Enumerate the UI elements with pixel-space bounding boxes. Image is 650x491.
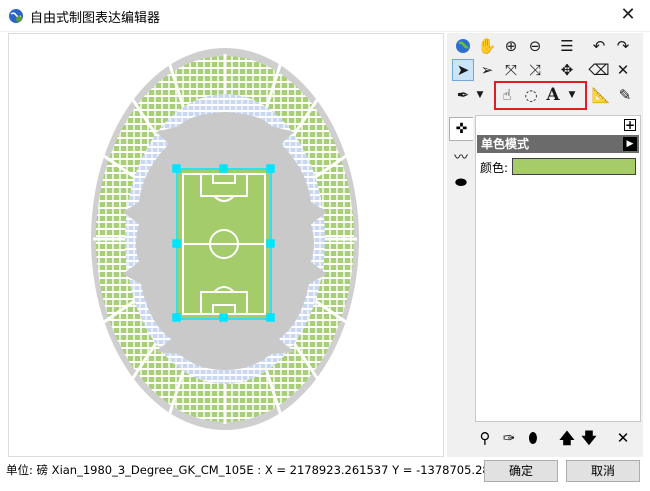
delete-x-icon[interactable]: ✕ [612, 59, 634, 81]
select-arrow-icon[interactable]: ➤ [452, 59, 474, 81]
pen-add-icon[interactable]: ✒ [452, 84, 474, 106]
tab-fill-icon[interactable]: ⬬ [449, 171, 473, 195]
color-swatch[interactable] [512, 158, 636, 175]
move-down-icon[interactable]: 🡇 [579, 428, 599, 448]
edit-vertex-icon[interactable]: ⤧ [500, 59, 522, 81]
app-globe-icon [9, 9, 23, 23]
measure-icon[interactable]: ✎ [614, 84, 636, 106]
highlight-box [494, 81, 587, 110]
stadium-drawing [91, 48, 359, 430]
zoom-out-icon[interactable]: ⊖ [524, 35, 546, 57]
map-canvas[interactable] [8, 33, 444, 457]
color-label: 颜色: [480, 161, 509, 175]
move-icon[interactable]: ✥ [556, 59, 578, 81]
reshape-icon[interactable]: ⤨ [524, 59, 546, 81]
mode-header: 单色模式 ▶ [477, 135, 639, 153]
add-marker-layer-icon[interactable]: ⚲ [475, 428, 495, 448]
tab-line-icon[interactable]: 〰 [449, 145, 473, 169]
add-line-layer-icon[interactable]: ✑ [499, 428, 519, 448]
globe-icon[interactable] [452, 35, 474, 57]
tab-marker-icon[interactable]: ✜ [449, 117, 473, 141]
select-arrow-r-icon[interactable]: ➢ [476, 59, 498, 81]
remove-layer-icon[interactable]: ✕ [613, 428, 633, 448]
status-coordinates: 单位: 磅 Xian_1980_3_Degree_GK_CM_105E : X … [6, 463, 519, 477]
add-fill-layer-icon[interactable]: ⬮ [523, 428, 543, 448]
pen-dropdown-arrow[interactable]: ▼ [474, 84, 486, 106]
add-layer-button[interactable]: + [624, 119, 636, 131]
undo-icon[interactable]: ↶ [588, 35, 610, 57]
title-bar: 自由式制图表达编辑器 ✕ [0, 0, 650, 32]
window-title: 自由式制图表达编辑器 [30, 11, 161, 26]
mode-expand-icon[interactable]: ▶ [623, 137, 637, 151]
list-icon[interactable]: ☰ [556, 35, 578, 57]
properties-area: + 单色模式 ▶ 颜色: [475, 115, 641, 422]
bottom-toolbar: ⚲ ✑ ⬮ 🡅 🡇 ✕ [475, 426, 641, 450]
cancel-button[interactable]: 取消 [566, 460, 640, 482]
redo-icon[interactable]: ↷ [612, 35, 634, 57]
status-bar: 单位: 磅 Xian_1980_3_Degree_GK_CM_105E : X … [0, 459, 519, 481]
zoom-in-icon[interactable]: ⊕ [500, 35, 522, 57]
ok-button[interactable]: 确定 [484, 460, 558, 482]
eraser-icon[interactable]: ⌫ [588, 59, 610, 81]
window-close-button[interactable]: ✕ [606, 0, 650, 32]
mode-header-label: 单色模式 [481, 137, 530, 151]
side-tabs: ✜ 〰 ⬬ [447, 115, 475, 205]
color-row: 颜色: [480, 158, 638, 176]
pan-hand-icon[interactable]: ✋ [476, 35, 498, 57]
move-up-icon[interactable]: 🡅 [557, 428, 577, 448]
ruler-icon[interactable]: 📐 [590, 84, 612, 106]
